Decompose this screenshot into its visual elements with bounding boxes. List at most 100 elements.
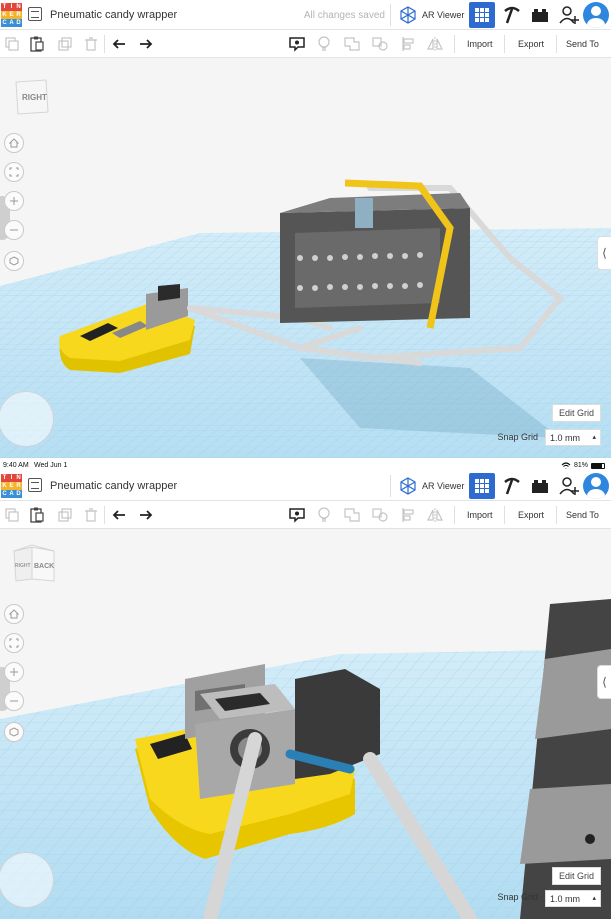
export-button[interactable]: Export	[512, 35, 550, 53]
export-button[interactable]: Export	[512, 506, 550, 524]
align-icon[interactable]	[398, 34, 418, 54]
design-list-icon[interactable]	[28, 7, 42, 21]
ungroup-icon[interactable]	[370, 505, 390, 525]
zoom-out-icon[interactable]	[4, 220, 24, 240]
workplane-viewport[interactable]: RIGHT BACK ⟨ Edit Grid Snap Grid 1.0 mm ▴	[0, 529, 611, 919]
undo-icon[interactable]	[109, 34, 129, 54]
edit-grid-button[interactable]: Edit Grid	[551, 867, 601, 885]
mirror-icon[interactable]	[425, 34, 445, 54]
redo-icon[interactable]	[136, 34, 156, 54]
group-icon[interactable]	[342, 505, 362, 525]
logo-letter: T	[1, 474, 8, 482]
divider	[104, 35, 105, 53]
divider	[104, 506, 105, 524]
undo-icon[interactable]	[109, 505, 129, 525]
snap-grid-value: 1.0 mm	[550, 894, 581, 904]
divider	[504, 35, 505, 53]
notes-icon[interactable]	[287, 34, 307, 54]
light-bulb-icon[interactable]	[314, 34, 334, 54]
workplane-viewport[interactable]: RIGHT ⟨ Edit Grid Snap Grid 1.0 mm ▴	[0, 58, 611, 458]
pickaxe-icon[interactable]	[499, 473, 525, 499]
design-list-icon[interactable]	[28, 478, 42, 492]
logo-letter: E	[8, 482, 15, 490]
logo-letter: N	[15, 3, 22, 11]
logo-letter: I	[8, 3, 15, 11]
import-button[interactable]: Import	[461, 35, 499, 53]
duplicate-icon[interactable]	[55, 505, 75, 525]
top-bar: T I N K E R C A D Pneumatic candy wrappe…	[0, 471, 611, 501]
shapes-panel-toggle[interactable]: ⟨	[597, 236, 611, 270]
logo-letter: C	[1, 19, 8, 27]
mirror-icon[interactable]	[425, 505, 445, 525]
fit-view-icon[interactable]	[4, 633, 24, 653]
pickaxe-icon[interactable]	[499, 2, 525, 28]
status-date: Wed Jun 1	[34, 462, 68, 469]
grid-view-icon[interactable]	[469, 473, 495, 499]
home-icon[interactable]	[4, 604, 24, 624]
send-to-button[interactable]: Send To	[560, 506, 605, 524]
design-title[interactable]: Pneumatic candy wrapper	[50, 9, 177, 21]
ortho-view-icon[interactable]	[4, 722, 24, 742]
status-time: 9:40 AM	[3, 462, 29, 469]
zoom-out-icon[interactable]	[4, 691, 24, 711]
logo-letter: N	[15, 474, 22, 482]
ungroup-icon[interactable]	[370, 34, 390, 54]
divider	[454, 506, 455, 524]
duplicate-icon[interactable]	[55, 34, 75, 54]
add-user-icon[interactable]	[556, 2, 582, 28]
divider	[390, 475, 391, 497]
redo-icon[interactable]	[136, 505, 156, 525]
bricks-icon[interactable]	[527, 2, 553, 28]
view-cube[interactable]: RIGHT	[12, 76, 56, 120]
logo-letter: K	[1, 11, 8, 19]
home-icon[interactable]	[4, 133, 24, 153]
ortho-view-icon[interactable]	[4, 251, 24, 271]
group-icon[interactable]	[342, 34, 362, 54]
notes-icon[interactable]	[287, 505, 307, 525]
paste-icon[interactable]	[27, 505, 47, 525]
screenshot-top: T I N K E R C A D Pneumatic candy wrappe…	[0, 0, 611, 458]
zoom-in-icon[interactable]	[4, 191, 24, 211]
shapes-panel-toggle[interactable]: ⟨	[597, 665, 611, 699]
paste-icon[interactable]	[27, 34, 47, 54]
screenshot-bottom: 9:40 AM Wed Jun 1 81% T I N K E R C A D …	[0, 460, 611, 919]
delete-icon[interactable]	[81, 505, 101, 525]
bricks-icon[interactable]	[527, 473, 553, 499]
logo-letter: K	[1, 482, 8, 490]
snap-grid-select[interactable]: 1.0 mm ▴	[545, 429, 601, 446]
divider	[504, 506, 505, 524]
edit-toolbar: Import Export Send To	[0, 30, 611, 58]
import-button[interactable]: Import	[461, 506, 499, 524]
logo-letter: R	[15, 482, 22, 490]
send-to-button[interactable]: Send To	[560, 35, 605, 53]
logo-letter: T	[1, 3, 8, 11]
orbit-joystick[interactable]	[0, 852, 54, 908]
light-bulb-icon[interactable]	[314, 505, 334, 525]
ar-viewer-button[interactable]: AR Viewer	[398, 474, 464, 498]
snap-grid-label: Snap Grid	[497, 892, 538, 902]
snap-grid-select[interactable]: 1.0 mm ▴	[545, 890, 601, 907]
ar-viewer-label: AR Viewer	[422, 10, 465, 20]
add-user-icon[interactable]	[556, 473, 582, 499]
avatar[interactable]	[583, 2, 609, 28]
tinkercad-logo[interactable]: T I N K E R C A D	[1, 3, 22, 27]
grid-view-icon[interactable]	[469, 2, 495, 28]
copy-icon[interactable]	[2, 34, 22, 54]
edit-grid-button[interactable]: Edit Grid	[551, 404, 601, 422]
top-bar: T I N K E R C A D Pneumatic candy wrappe…	[0, 0, 611, 30]
ar-viewer-label: AR Viewer	[422, 481, 465, 491]
orbit-joystick[interactable]	[0, 391, 54, 447]
delete-icon[interactable]	[81, 34, 101, 54]
ar-viewer-button[interactable]: AR Viewer	[398, 3, 464, 27]
divider	[390, 4, 391, 26]
tinkercad-logo[interactable]: T I N K E R C A D	[1, 474, 22, 498]
avatar[interactable]	[583, 473, 609, 499]
align-icon[interactable]	[398, 505, 418, 525]
copy-icon[interactable]	[2, 505, 22, 525]
design-title[interactable]: Pneumatic candy wrapper	[50, 480, 177, 492]
zoom-in-icon[interactable]	[4, 662, 24, 682]
fit-view-icon[interactable]	[4, 162, 24, 182]
view-cube[interactable]: RIGHT BACK	[12, 543, 56, 587]
divider	[556, 506, 557, 524]
logo-letter: I	[8, 474, 15, 482]
